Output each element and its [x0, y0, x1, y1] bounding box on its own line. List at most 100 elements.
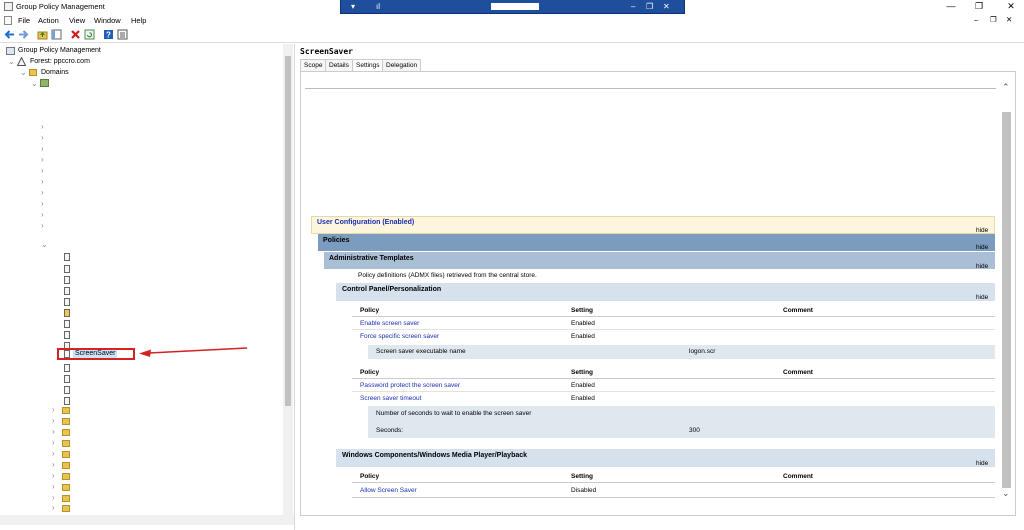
policy-link[interactable]: Screen saver timeout — [360, 395, 421, 402]
chevron-right-icon[interactable]: › — [41, 200, 44, 208]
restore-button[interactable]: ❐ — [972, 1, 986, 11]
policy-link[interactable]: Password protect the screen saver — [360, 382, 460, 389]
console-tree-icon[interactable] — [51, 29, 62, 40]
policy-link[interactable]: Enable screen saver — [360, 320, 419, 327]
gpo-icon[interactable] — [64, 386, 70, 394]
hide-link[interactable]: hide — [976, 263, 988, 270]
folder-icon[interactable] — [62, 495, 70, 502]
domain-icon — [40, 79, 49, 87]
minimize-button[interactable]: — — [944, 1, 958, 11]
gpo-icon[interactable] — [64, 309, 70, 317]
inner-minimize-button[interactable]: – — [974, 15, 978, 24]
inner-close-button[interactable]: ✕ — [1006, 15, 1012, 24]
scroll-up-icon[interactable]: ⌃ — [1002, 82, 1010, 93]
chevron-right-icon[interactable]: › — [41, 134, 44, 142]
delete-icon[interactable] — [70, 29, 81, 40]
chevron-right-icon[interactable]: › — [52, 428, 55, 436]
chevron-right-icon[interactable]: › — [52, 472, 55, 480]
folder-icon[interactable] — [62, 418, 70, 425]
back-arrow-icon[interactable] — [4, 29, 15, 40]
gpo-icon[interactable] — [64, 375, 70, 383]
gpo-icon[interactable] — [64, 253, 70, 261]
tree-forest[interactable]: Forest: ppccro.com — [30, 57, 90, 66]
gpo-icon[interactable] — [64, 364, 70, 372]
tab-delegation[interactable]: Delegation — [382, 59, 422, 71]
hide-link[interactable]: hide — [976, 227, 988, 234]
menu-help[interactable]: Help — [131, 16, 146, 25]
gpo-icon[interactable] — [64, 298, 70, 306]
menu-bar: File Action View Window Help – ❐ ✕ — [0, 14, 1024, 26]
chevron-right-icon[interactable]: › — [52, 450, 55, 458]
refresh-icon[interactable] — [84, 29, 95, 40]
gpo-icon[interactable] — [64, 276, 70, 284]
chevron-right-icon[interactable]: › — [52, 483, 55, 491]
close-button[interactable]: ✕ — [1004, 1, 1018, 11]
chevron-right-icon[interactable]: › — [41, 145, 44, 153]
tree-horizontal-scrollbar[interactable] — [0, 515, 294, 525]
folder-icon[interactable] — [62, 429, 70, 436]
gpo-icon[interactable] — [64, 331, 70, 339]
forest-icon — [17, 57, 26, 66]
gpo-icon[interactable] — [64, 320, 70, 328]
chevron-right-icon[interactable]: › — [52, 461, 55, 469]
tab-details[interactable]: Details — [325, 59, 353, 71]
chevron-right-icon[interactable]: › — [41, 167, 44, 175]
rd-close-icon[interactable]: ✕ — [663, 3, 670, 11]
chevron-right-icon[interactable]: › — [52, 417, 55, 425]
report-scroll-thumb[interactable] — [1002, 112, 1011, 488]
forward-arrow-icon[interactable] — [18, 29, 29, 40]
menu-view[interactable]: View — [69, 16, 85, 25]
chevron-right-icon[interactable]: › — [52, 406, 55, 414]
folder-icon[interactable] — [62, 484, 70, 491]
wmp-heading: Windows Components/Windows Media Player/… — [342, 452, 528, 459]
rd-minimize-icon[interactable]: – — [631, 3, 635, 11]
policy-link[interactable]: Allow Screen Saver — [360, 487, 417, 494]
folder-icon[interactable] — [62, 505, 70, 512]
chevron-down-icon[interactable]: ⌄ — [41, 241, 48, 249]
chevron-down-icon[interactable]: ⌄ — [20, 69, 27, 77]
scroll-down-icon[interactable]: ⌄ — [1002, 488, 1010, 499]
pin-icon[interactable]: ▾ — [351, 3, 355, 11]
gpo-icon[interactable] — [64, 397, 70, 405]
chevron-right-icon[interactable]: › — [52, 494, 55, 502]
chevron-right-icon[interactable]: › — [41, 189, 44, 197]
folder-icon[interactable] — [62, 440, 70, 447]
chevron-right-icon[interactable]: › — [41, 156, 44, 164]
folder-up-icon[interactable] — [37, 29, 48, 40]
hide-link[interactable]: hide — [976, 460, 988, 467]
chevron-right-icon[interactable]: › — [41, 178, 44, 186]
remote-desktop-bar[interactable]: ▾ ıl – ❐ ✕ — [340, 0, 685, 14]
tree-domains[interactable]: Domains — [41, 68, 69, 77]
chevron-right-icon[interactable]: › — [52, 504, 55, 512]
pane-splitter[interactable] — [294, 44, 298, 530]
menu-window[interactable]: Window — [94, 16, 121, 25]
tab-scope[interactable]: Scope — [300, 59, 327, 71]
help-icon[interactable]: ? — [103, 29, 114, 40]
menu-file[interactable]: File — [18, 16, 30, 25]
chevron-right-icon[interactable]: › — [41, 222, 44, 230]
remote-host-box — [491, 3, 539, 10]
folder-icon[interactable] — [62, 473, 70, 480]
rd-restore-icon[interactable]: ❐ — [646, 3, 653, 11]
folder-icon[interactable] — [62, 462, 70, 469]
gpo-title: ScreenSaver — [300, 47, 353, 56]
gpo-icon[interactable] — [64, 265, 70, 273]
tree-scroll-thumb[interactable] — [285, 56, 291, 406]
chevron-right-icon[interactable]: › — [41, 123, 44, 131]
menu-action[interactable]: Action — [38, 16, 59, 25]
folder-icon[interactable] — [62, 451, 70, 458]
row-rule — [352, 391, 995, 392]
chevron-right-icon[interactable]: › — [52, 439, 55, 447]
gpo-icon[interactable] — [64, 287, 70, 295]
doc-icon — [4, 16, 12, 25]
properties-icon[interactable] — [117, 29, 128, 40]
hide-link[interactable]: hide — [976, 294, 988, 301]
chevron-down-icon[interactable]: ⌄ — [31, 80, 38, 88]
chevron-down-icon[interactable]: ⌄ — [8, 58, 15, 66]
policy-link[interactable]: Force specific screen saver — [360, 333, 439, 340]
chevron-right-icon[interactable]: › — [41, 211, 44, 219]
inner-restore-button[interactable]: ❐ — [990, 15, 997, 24]
folder-icon[interactable] — [62, 407, 70, 414]
tree-root[interactable]: Group Policy Management — [18, 46, 101, 55]
hide-link[interactable]: hide — [976, 244, 988, 251]
